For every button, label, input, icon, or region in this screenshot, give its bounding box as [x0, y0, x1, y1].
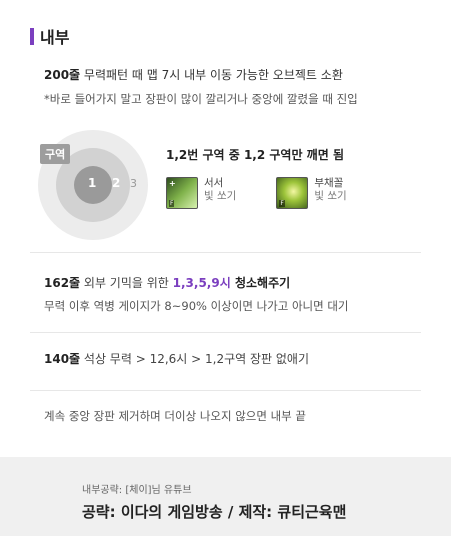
skill-sub: 빛 쏘기: [314, 190, 347, 202]
skill-buchaekkol-icon: F: [276, 177, 309, 209]
section-accent-bar: [30, 27, 34, 45]
block-162-post: 청소해주기: [230, 276, 291, 290]
zone-title: 1,2번 구역 중 1,2 구역만 깨면 됨: [166, 148, 344, 162]
skill-name: 부채꼴: [314, 177, 344, 189]
closing-text: 계속 중앙 장판 제거하며 더이상 나오지 않으면 내부 끝: [44, 409, 307, 423]
intro-text: 무력패턴 때 맵 7시 내부 이동 가능한 오브젝트 소환: [80, 68, 343, 82]
block-162-num: 162줄: [44, 276, 81, 290]
skill-sub: 빛 쏘기: [204, 190, 237, 202]
divider: [30, 390, 421, 391]
footer: 내부공략: [체이]님 유튜브 공략: 이다의 게임방송 / 제작: 큐티근육맨: [0, 457, 451, 536]
footer-title: 공략: 이다의 게임방송 / 제작: 큐티근육맨: [82, 503, 347, 521]
footer-credit: 내부공략: [체이]님 유튜브: [82, 485, 192, 496]
zone-label-1: 1: [88, 176, 97, 190]
closing-block: 계속 중앙 장판 제거하며 더이상 나오지 않으면 내부 끝: [44, 408, 306, 424]
section-title: 내부: [30, 24, 69, 48]
intro-block: 200줄 무력패턴 때 맵 7시 내부 이동 가능한 오브젝트 소환 *바로 들…: [44, 66, 441, 107]
block-140-num: 140줄: [44, 352, 81, 366]
block-140-text: 석상 무력 > 12,6시 > 1,2구역 장판 없애기: [80, 352, 310, 366]
skill-list: + F 서서 빛 쏘기 F 부채꼴 빛 쏘기: [166, 177, 347, 209]
divider: [30, 252, 421, 253]
zone-label-2: 2: [112, 176, 121, 190]
skill-name: 서서: [204, 177, 224, 189]
zone-tag: 구역: [40, 144, 71, 164]
section-title-text: 내부: [40, 28, 70, 47]
skill-item-buchaekkol: F 부채꼴 빛 쏘기: [276, 177, 347, 209]
intro-note: *바로 들어가지 말고 장판이 많이 깔리거나 중앙에 깔렸을 때 진입: [44, 92, 358, 106]
block-140: 140줄 석상 무력 > 12,6시 > 1,2구역 장판 없애기: [44, 350, 309, 367]
zone-diagram: 1 2 3 구역: [38, 130, 158, 240]
divider: [30, 332, 421, 333]
skill-item-seoseo: + F 서서 빛 쏘기: [166, 177, 236, 209]
block-162-pre: 외부 기믹을 위한: [80, 276, 173, 290]
block-162-hours: 1,3,5,9시: [172, 276, 231, 290]
skill-seoseo-icon: + F: [166, 177, 198, 209]
block-162-sub: 무력 이후 역병 게이지가 8~90% 이상이면 나가고 아니면 대기: [44, 299, 349, 313]
intro-line: 200줄 무력패턴 때 맵 7시 내부 이동 가능한 오브젝트 소환: [44, 66, 441, 83]
intro-num: 200줄: [44, 68, 81, 82]
block-162: 162줄 외부 기믹을 위한 1,3,5,9시 청소해주기 무력 이후 역병 게…: [44, 274, 349, 314]
zone-info: 1,2번 구역 중 1,2 구역만 깨면 됨 + F 서서 빛 쏘기 F 부채꼴…: [166, 146, 347, 209]
zone-label-3: 3: [130, 177, 137, 190]
